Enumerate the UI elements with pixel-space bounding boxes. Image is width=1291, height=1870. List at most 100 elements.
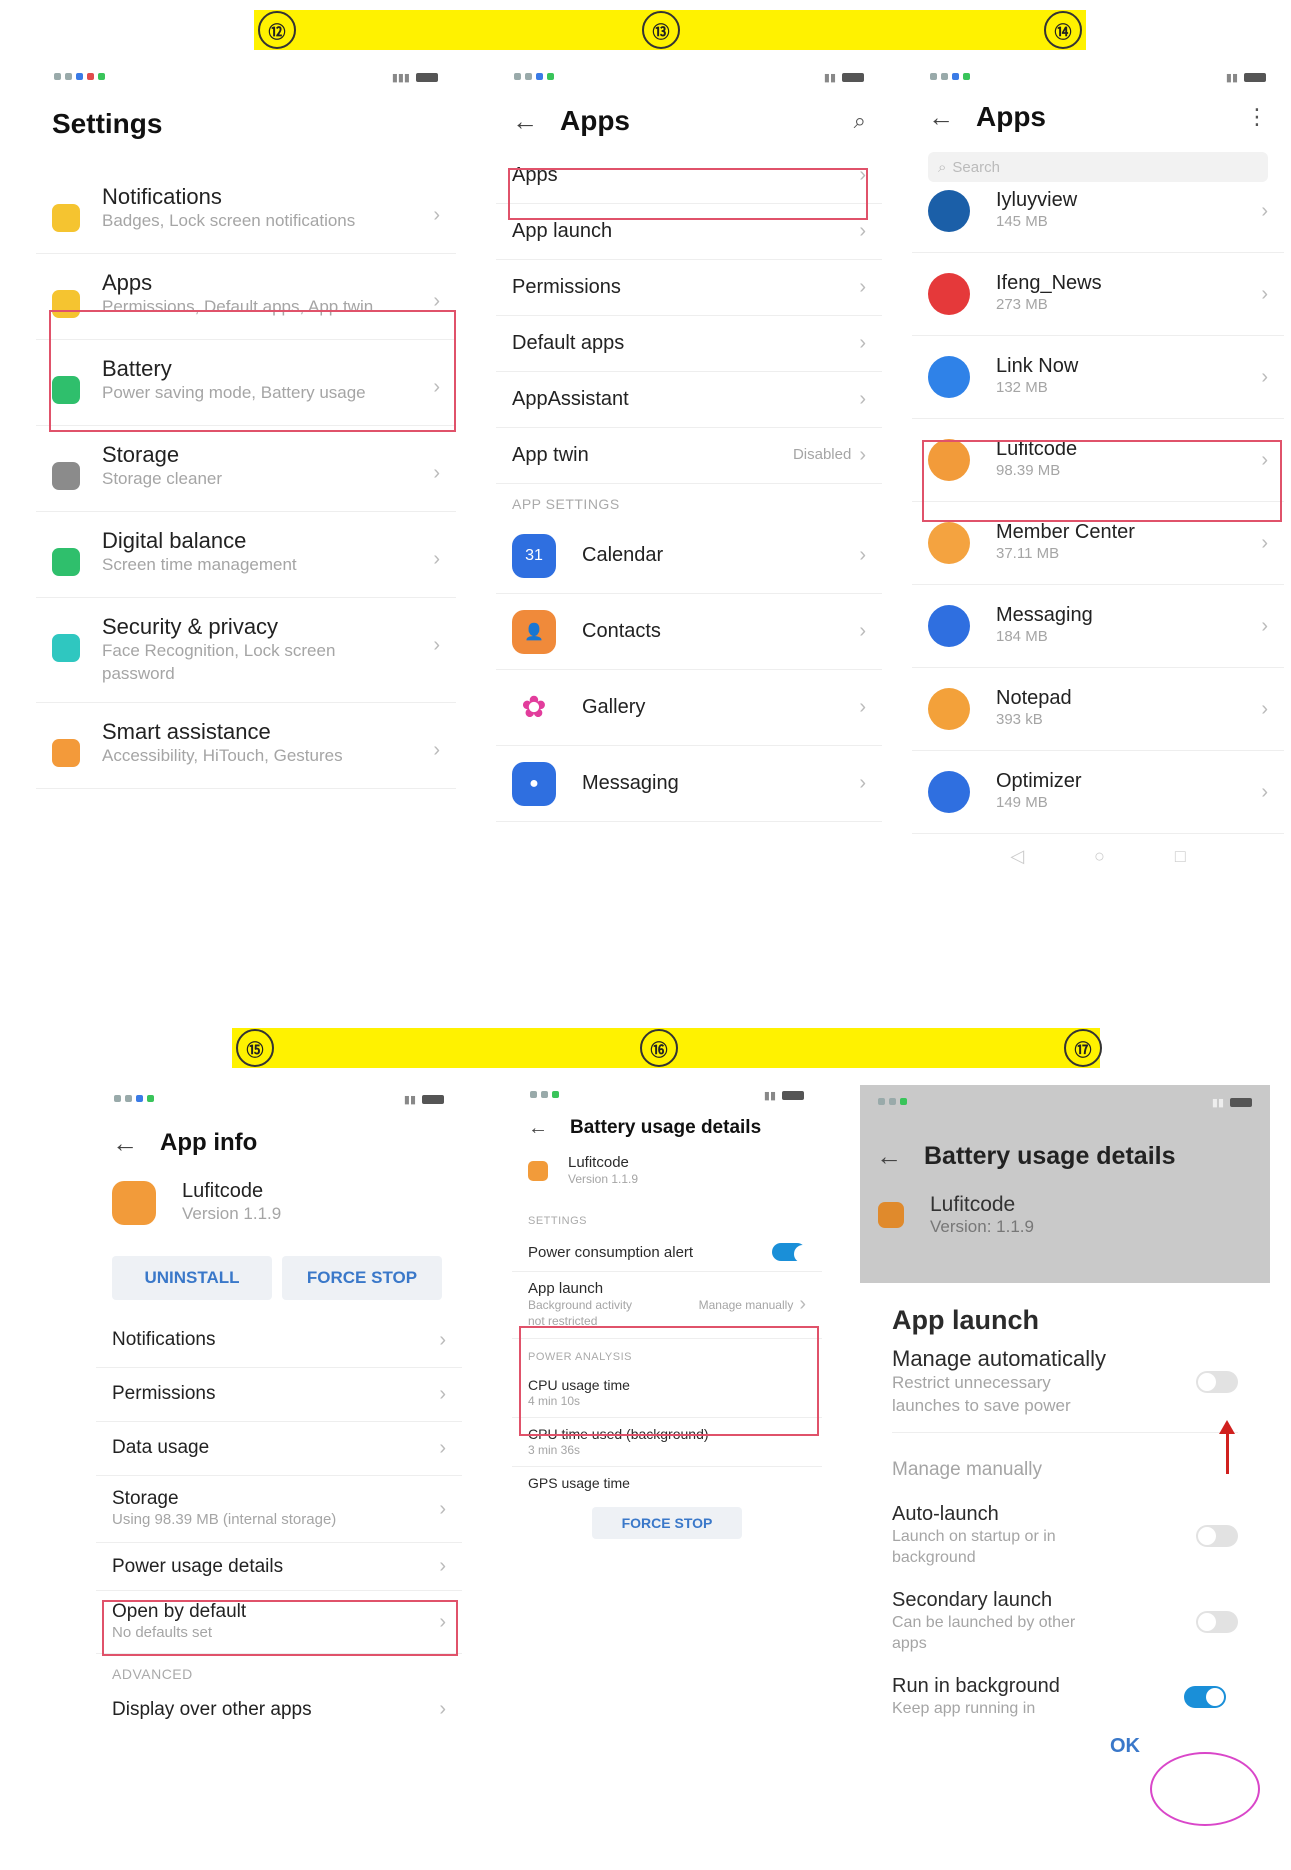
nav-home-icon[interactable]: ○: [1094, 846, 1105, 867]
power-alert-toggle[interactable]: [772, 1243, 812, 1264]
storage-sub: Using 98.39 MB (internal storage): [112, 1510, 337, 1528]
step-bar-bottom: ⑮ ⑯ ⑰: [232, 1028, 1102, 1068]
installed-app-item[interactable]: Ifeng_News 273 MB ›: [912, 253, 1284, 336]
settings-item-text: Notifications Badges, Lock screen notific…: [102, 184, 402, 233]
app-name: Calendar: [582, 544, 664, 566]
installed-app-text: Link Now 132 MB: [996, 355, 1078, 398]
settings-item[interactable]: Storage Storage cleaner ›: [36, 426, 456, 512]
chevron-right-icon: ›: [1261, 780, 1268, 803]
storage-title: Storage: [112, 1487, 179, 1509]
apps-menu-item[interactable]: AppAssistant ›: [496, 372, 882, 428]
status-bar: ▮▮: [496, 60, 882, 94]
search-icon[interactable]: ⌕: [854, 108, 866, 134]
force-stop-button[interactable]: FORCE STOP: [282, 1255, 442, 1300]
app-name: Messaging: [996, 604, 1093, 627]
step-number: ⑬: [642, 11, 680, 49]
nav-recents-icon[interactable]: □: [1175, 846, 1186, 867]
apps-menu-item-label: App launch: [512, 220, 613, 242]
chevron-right-icon: ›: [799, 1293, 806, 1316]
app-name: Contacts: [582, 620, 661, 642]
app-launch-label: App launch: [528, 1280, 604, 1298]
app-settings-item[interactable]: ● Messaging ›: [496, 746, 882, 822]
arrow-indicator: [1226, 1428, 1229, 1474]
settings-item-icon: [52, 738, 80, 767]
app-name: Lufitcode: [930, 1193, 1016, 1216]
app-info-item[interactable]: Data usage ›: [96, 1422, 462, 1476]
highlight-apps: [49, 310, 456, 432]
highlight-power-usage: [102, 1600, 458, 1656]
app-name: Ifeng_News: [996, 272, 1102, 295]
installed-app-item[interactable]: Iyluyview 145 MB ›: [912, 170, 1284, 253]
app-settings-item[interactable]: 31 Calendar ›: [496, 518, 882, 594]
app-version: Version 1.1.9: [182, 1204, 282, 1223]
chevron-right-icon: ›: [439, 1497, 446, 1520]
app-settings-list: 31 Calendar › 👤 Contacts › ✿ Gallery › ● Messaging…: [496, 518, 882, 822]
back-arrow-icon[interactable]: ←: [928, 102, 954, 133]
installed-app-item[interactable]: Messaging 184 MB ›: [912, 585, 1284, 668]
manage-auto-toggle[interactable]: [1196, 1370, 1238, 1393]
auto-launch-toggle[interactable]: [1196, 1524, 1238, 1547]
settings-item-title: Apps: [102, 270, 153, 295]
app-settings-item[interactable]: 👤 Contacts ›: [496, 594, 882, 670]
more-vert-icon[interactable]: ⋮: [1246, 104, 1268, 130]
step-number: ⑰: [1064, 1029, 1102, 1067]
settings-item[interactable]: Digital balance Screen time management ›: [36, 512, 456, 598]
display-over-row[interactable]: Display over other apps ›: [96, 1688, 462, 1731]
chevron-right-icon: ›: [433, 204, 440, 226]
app-info-item[interactable]: Notifications ›: [96, 1314, 462, 1368]
step-number: ⑭: [1044, 11, 1082, 49]
chevron-right-icon: ›: [1261, 365, 1268, 388]
status-bar: ▮▮: [96, 1082, 462, 1116]
app-size: 132 MB: [996, 379, 1048, 397]
settings-item[interactable]: Notifications Badges, Lock screen notific…: [36, 168, 456, 254]
apps-menu-item[interactable]: Permissions ›: [496, 260, 882, 316]
highlight-lufitcode: [922, 440, 1282, 522]
run-bg-toggle[interactable]: [1184, 1686, 1226, 1709]
secondary-launch-row[interactable]: Secondary launch Can be launched by othe…: [892, 1579, 1238, 1665]
auto-launch-row[interactable]: Auto-launch Launch on startup or in back…: [892, 1493, 1238, 1579]
chevron-right-icon: ›: [859, 276, 866, 298]
power-usage-row[interactable]: Power usage details ›: [96, 1543, 462, 1592]
app-settings-item[interactable]: ✿ Gallery ›: [496, 670, 882, 746]
power-alert-row[interactable]: Power consumption alert: [512, 1233, 822, 1273]
app-name: Gallery: [582, 696, 646, 718]
manage-auto-row[interactable]: Manage automatically Restrict unnecessar…: [892, 1336, 1238, 1433]
installed-app-text: Messaging 184 MB: [996, 604, 1093, 647]
secondary-launch-toggle[interactable]: [1196, 1610, 1238, 1633]
power-alert-label: Power consumption alert: [528, 1243, 694, 1261]
installed-app-text: Iyluyview 145 MB: [996, 189, 1077, 232]
chevron-right-icon: ›: [859, 220, 866, 242]
uninstall-button[interactable]: UNINSTALL: [112, 1255, 272, 1300]
settings-item-icon: [52, 634, 80, 662]
storage-row[interactable]: Storage Using 98.39 MB (internal storage…: [96, 1476, 462, 1544]
installed-app-item[interactable]: Notepad 393 kB ›: [912, 668, 1284, 751]
back-arrow-icon[interactable]: ←: [528, 1117, 548, 1140]
lufitcode-app-icon: [528, 1160, 548, 1181]
nav-bar: ◁ ○ □: [912, 834, 1284, 867]
chevron-right-icon: ›: [439, 1382, 446, 1405]
apps-menu-item[interactable]: Default apps ›: [496, 316, 882, 372]
force-stop-button[interactable]: FORCE STOP: [592, 1506, 742, 1539]
app-info-item[interactable]: Permissions ›: [96, 1368, 462, 1422]
back-arrow-icon[interactable]: ←: [876, 1141, 902, 1172]
highlight-apps-item: [508, 168, 868, 220]
settings-item[interactable]: Security & privacy Face Recognition, Lock…: [36, 598, 456, 703]
apps-menu-item[interactable]: App twin Disabled ›: [496, 428, 882, 484]
app-icon: ●: [512, 761, 556, 806]
nav-back-icon[interactable]: ◁: [1010, 846, 1024, 867]
status-bar: ▮▮: [512, 1082, 822, 1108]
app-icon: [928, 356, 970, 398]
app-twin-value: Disabled: [792, 446, 852, 464]
installed-app-text: Ifeng_News 273 MB: [996, 272, 1102, 315]
app-icon: [928, 522, 970, 564]
app-icon: [928, 273, 970, 315]
app-header: ← Battery usage details: [860, 1129, 1270, 1183]
page-title: Apps: [976, 101, 1046, 132]
back-arrow-icon[interactable]: ←: [112, 1128, 138, 1159]
apps-menu-item-label: Permissions: [512, 276, 621, 298]
settings-item[interactable]: Smart assistance Accessibility, HiTouch, …: [36, 703, 456, 789]
installed-app-item[interactable]: Optimizer 149 MB ›: [912, 751, 1284, 834]
installed-app-item[interactable]: Link Now 132 MB ›: [912, 336, 1284, 419]
run-bg-row[interactable]: Run in background Keep app running in: [892, 1665, 1238, 1730]
back-arrow-icon[interactable]: ←: [512, 106, 538, 137]
